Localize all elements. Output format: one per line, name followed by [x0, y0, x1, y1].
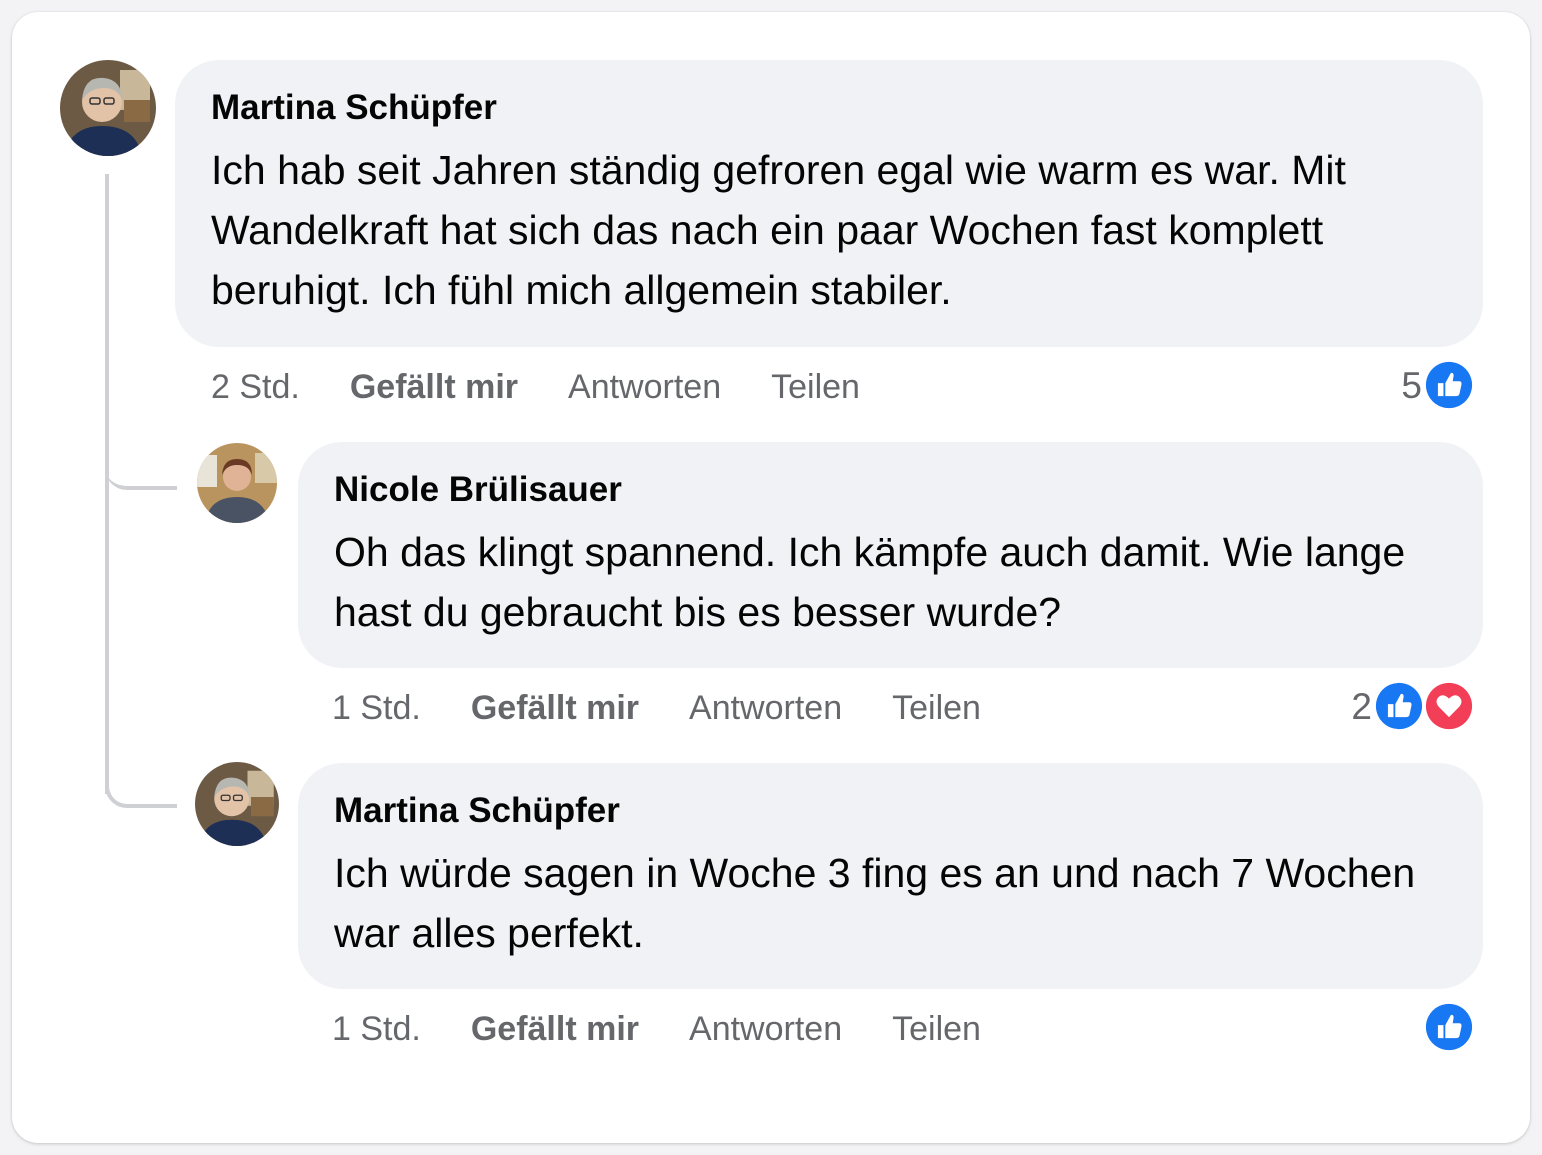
avatar-martina[interactable]	[60, 60, 156, 156]
comment-actions: 1 Std. Gefällt mir Antworten Teilen	[332, 1009, 981, 1049]
like-icon[interactable]	[1423, 359, 1475, 411]
share-button[interactable]: Teilen	[892, 689, 981, 728]
comment-actions: 2 Std. Gefällt mir Antworten Teilen	[211, 367, 860, 407]
comment-text: Oh das klingt spannend. Ich kämpfe auch …	[334, 529, 1406, 635]
comment-timestamp[interactable]: 1 Std.	[332, 1010, 421, 1049]
reply-button[interactable]: Antworten	[568, 368, 721, 407]
comment-card: Martina Schüpfer Ich hab seit Jahren stä…	[12, 12, 1530, 1143]
comment-text: Ich würde sagen in Woche 3 fing es an un…	[334, 850, 1416, 956]
like-button[interactable]: Gefällt mir	[350, 368, 518, 407]
avatar-nicole[interactable]	[197, 443, 277, 523]
comment-text: Ich hab seit Jahren ständig gefroren ega…	[211, 147, 1346, 313]
share-button[interactable]: Teilen	[771, 368, 860, 407]
reaction-count[interactable]: 5	[1372, 364, 1422, 408]
thread-branch-1	[105, 442, 177, 490]
like-button[interactable]: Gefällt mir	[471, 1010, 639, 1049]
share-button[interactable]: Teilen	[892, 1010, 981, 1049]
like-icon[interactable]	[1423, 1001, 1475, 1053]
comment-bubble: Martina Schüpfer Ich würde sagen in Woch…	[298, 763, 1483, 989]
like-icon[interactable]	[1373, 680, 1425, 732]
comment-bubble: Martina Schüpfer Ich hab seit Jahren stä…	[175, 60, 1483, 347]
reaction-count[interactable]: 2	[1322, 685, 1372, 729]
avatar-martina[interactable]	[195, 762, 279, 846]
comment-author[interactable]: Martina Schüpfer	[334, 791, 620, 831]
thread-line	[105, 174, 109, 794]
thread-branch-2	[105, 762, 177, 808]
comment-author[interactable]: Martina Schüpfer	[211, 88, 497, 128]
reply-button[interactable]: Antworten	[689, 1010, 842, 1049]
comment-actions: 1 Std. Gefällt mir Antworten Teilen	[332, 688, 981, 728]
comment-timestamp[interactable]: 1 Std.	[332, 689, 421, 728]
reply-button[interactable]: Antworten	[689, 689, 842, 728]
comment-timestamp[interactable]: 2 Std.	[211, 368, 300, 407]
comment-author[interactable]: Nicole Brülisauer	[334, 470, 622, 510]
like-button[interactable]: Gefällt mir	[471, 689, 639, 728]
comment-bubble: Nicole Brülisauer Oh das klingt spannend…	[298, 442, 1483, 668]
love-icon[interactable]	[1423, 680, 1475, 732]
